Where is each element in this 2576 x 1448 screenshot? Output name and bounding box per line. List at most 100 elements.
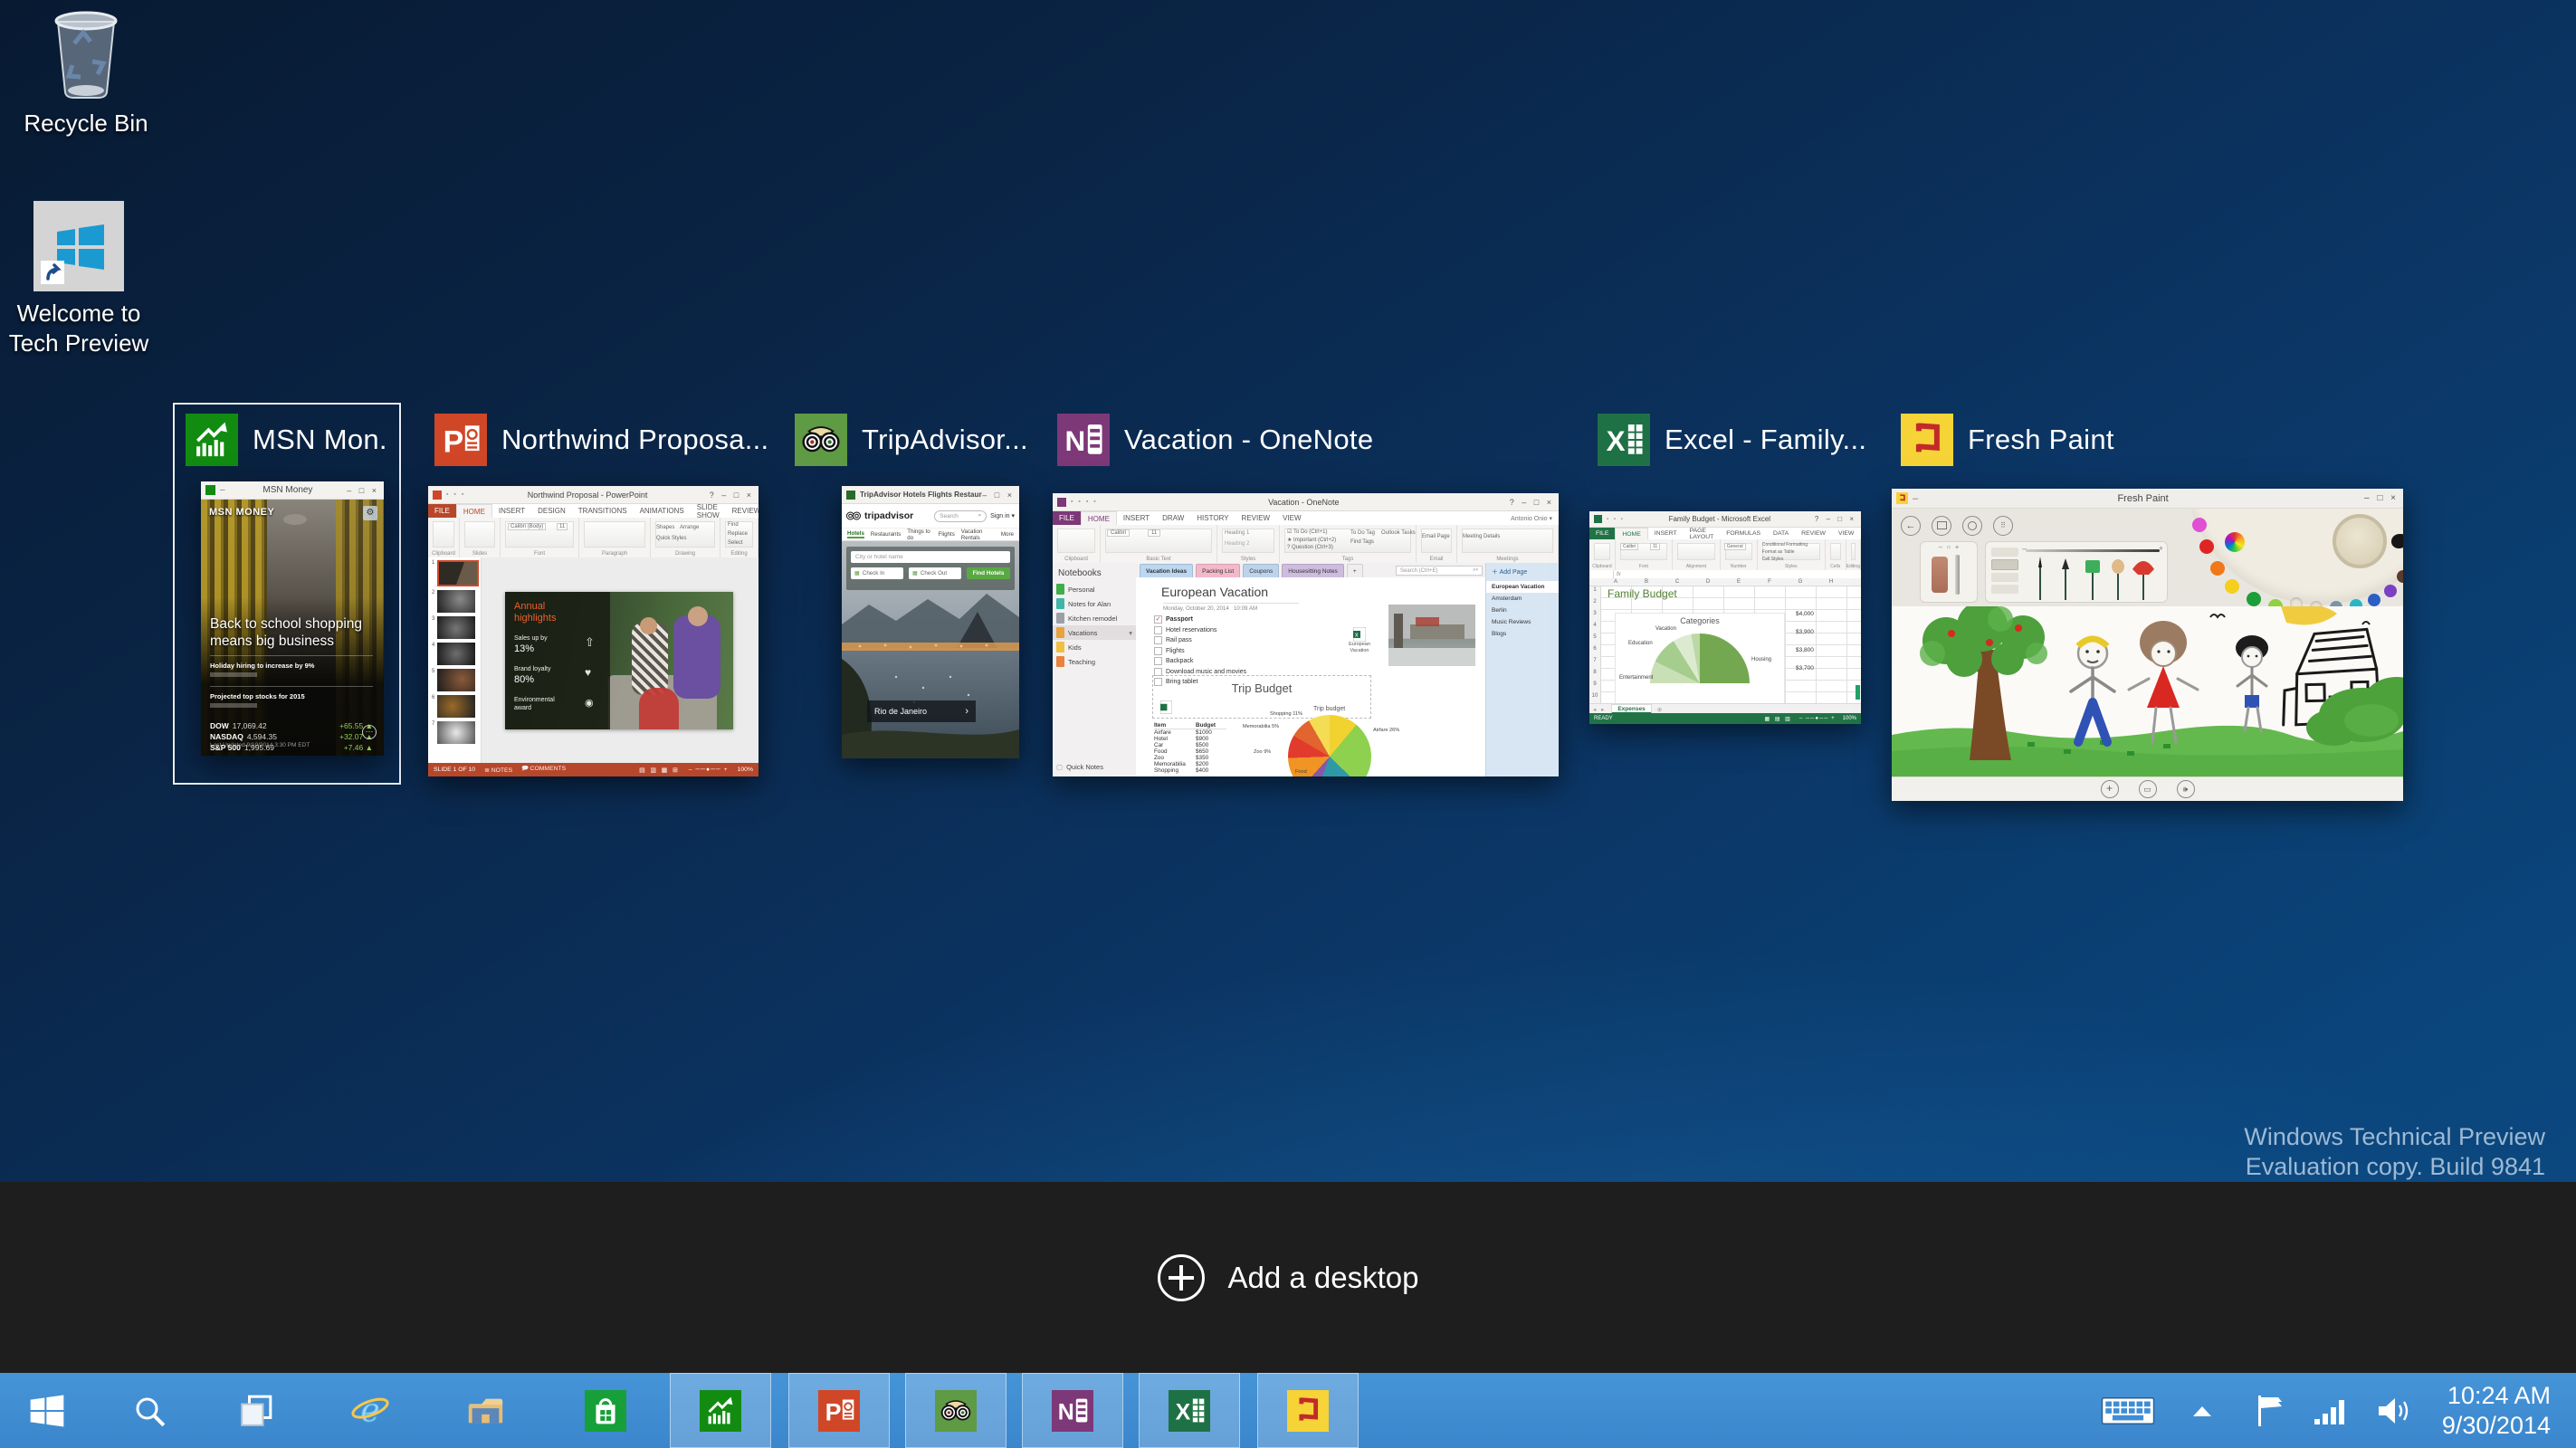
network-button[interactable] — [2306, 1373, 2355, 1448]
onenote-page-tabs: Vacation Ideas Packing List Coupons Hous… — [1136, 563, 1486, 577]
taskbar-msn-money-button[interactable] — [670, 1373, 771, 1448]
excel-user[interactable]: Antonio Onio ▾ — [1860, 528, 1861, 539]
window-fresh-paint[interactable]: – Fresh Paint – □ × ← ⠿ – ○ + – + + ▭ 🕪 — [1892, 489, 2403, 801]
trip-window-controls[interactable]: – □ × — [982, 491, 1015, 500]
svg-text:x: x — [1355, 633, 1359, 639]
taskbar-excel-button[interactable]: X — [1139, 1373, 1240, 1448]
paint-add-button[interactable]: + — [2100, 780, 2119, 798]
paint-eraser-panel[interactable]: – ○ + — [1920, 541, 1978, 603]
paint-color-wheel[interactable] — [2225, 532, 2245, 552]
taskbar-tripadvisor-button[interactable] — [905, 1373, 1007, 1448]
trip-find-hotels-button[interactable]: Find Hotels — [967, 567, 1010, 579]
ppt-tab-file[interactable]: FILE — [428, 504, 456, 518]
trip-window-title: TripAdvisor Hotels Flights Restaurants — [860, 491, 982, 499]
show-hidden-icons-button[interactable] — [2180, 1373, 2225, 1448]
ppt-window-controls[interactable]: ? – □ × — [710, 491, 754, 500]
file-explorer-button[interactable] — [434, 1373, 536, 1448]
taskview-card-trip[interactable]: TripAdvisor... — [795, 412, 1028, 468]
trip-checkin-field[interactable]: ▦ Check In — [851, 567, 903, 579]
paint-more-tools-button[interactable]: ⠿ — [1993, 516, 2013, 536]
ppt-zoom[interactable]: 100% — [738, 767, 753, 773]
paint-camera-button[interactable] — [1962, 516, 1982, 536]
window-onenote[interactable]: ▪ ▪ ▪ ▪ Vacation - OneNote ? – □ × FILE … — [1053, 493, 1559, 776]
internet-explorer-button[interactable]: e — [320, 1373, 421, 1448]
window-msn-money[interactable]: – MSN Money – □ × MSN MONEY ⚙ Back to sc… — [201, 481, 384, 756]
paint-reset-button[interactable]: ▭ — [2138, 780, 2157, 798]
store-button[interactable] — [555, 1373, 656, 1448]
excel-icon: X — [1598, 414, 1650, 466]
taskbar-clock[interactable]: 10:24 AM 9/30/2014 — [2442, 1373, 2551, 1448]
search-button[interactable] — [99, 1373, 200, 1448]
onenote-quick-notes[interactable]: ▢ Quick Notes — [1053, 761, 1107, 773]
task-view-button[interactable] — [205, 1373, 307, 1448]
taskbar-excel-icon: X — [1169, 1389, 1210, 1432]
start-button[interactable] — [0, 1373, 94, 1448]
trip-destination-input[interactable]: City or hotel name — [851, 551, 1010, 563]
ppt-slide: Annual highlights Sales up by 13% Brand l… — [505, 592, 733, 729]
trip-header: tripadvisor Search ⌕ Sign in ▾ — [842, 504, 1019, 528]
onenote-search-box[interactable]: Search (Ctrl+E) ⌕▾ — [1396, 566, 1483, 576]
onenote-add-page[interactable]: ＋ Add Page — [1486, 563, 1559, 581]
excel-grid[interactable]: A B C D E F G H 1 2 3 4 5 6 7 8 9 10 Fam… — [1589, 578, 1861, 705]
ppt-slide-panel[interactable]: 1 2 3 4 5 6 7 — [428, 557, 482, 763]
action-center-button[interactable] — [2247, 1373, 2294, 1448]
msn-story-2[interactable]: Projected top stocks for 2015 — [210, 692, 305, 708]
trip-logo[interactable]: tripadvisor — [864, 510, 913, 521]
taskview-card-onenote[interactable]: N Vacation - OneNote — [1057, 412, 1373, 468]
paint-window-title: Fresh Paint — [2117, 492, 2169, 504]
trip-titlebar-icon — [846, 490, 855, 500]
paint-back-button[interactable]: ← — [1901, 516, 1921, 536]
paint-cup[interactable] — [2333, 514, 2387, 568]
paint-palette[interactable] — [2178, 509, 2403, 606]
trip-photo-caption[interactable]: Rio de Janeiro › — [867, 700, 976, 722]
onenote-page-item-selected[interactable]: European Vacation — [1486, 581, 1559, 593]
paint-sound-button[interactable]: 🕪 — [2176, 780, 2195, 798]
excel-ribbon-tabs: FILE HOME INSERT PAGE LAYOUT FORMULAS DA… — [1589, 528, 1861, 540]
paint-window-controls[interactable]: – □ × — [2364, 493, 2399, 503]
window-excel[interactable]: ▪ ▪ ▪ Family Budget - Microsoft Excel ? … — [1589, 511, 1861, 724]
onenote-attachment[interactable]: x European Vacation — [1344, 627, 1375, 654]
store-icon — [585, 1389, 626, 1432]
onenote-window-controls[interactable]: ? – □ × — [1510, 498, 1554, 507]
paint-save-button[interactable] — [1932, 516, 1951, 536]
taskview-card-msn[interactable]: MSN Mon... — [186, 412, 389, 468]
excel-window-controls[interactable]: ? – □ × — [1815, 515, 1856, 523]
excel-scrollbar[interactable] — [1856, 685, 1860, 700]
trip-search-input[interactable]: Search ⌕ — [934, 510, 987, 522]
excel-chart[interactable]: Categories Vacation Education Entertainm… — [1615, 613, 1785, 705]
card-title-ppt: Northwind Proposa... — [501, 424, 769, 455]
onenote-user[interactable]: Antonio Onio ▾ — [1504, 511, 1559, 525]
add-desktop-button[interactable]: Add a desktop — [1157, 1253, 1419, 1301]
paint-brush-panel[interactable]: – + — [1985, 541, 2168, 603]
onenote-pages-panel: ＋ Add Page European Vacation Amsterdam B… — [1485, 563, 1559, 776]
start-icon — [30, 1395, 64, 1426]
taskbar-powerpoint-button[interactable]: P — [788, 1373, 890, 1448]
taskbar-onenote-button[interactable]: N — [1022, 1373, 1123, 1448]
volume-button[interactable] — [2368, 1373, 2420, 1448]
msn-more-icon[interactable]: ⋯ — [362, 725, 377, 739]
taskview-card-ppt[interactable]: P Northwind Proposa... — [434, 412, 768, 468]
trip-signin-link[interactable]: Sign in ▾ — [990, 512, 1015, 519]
window-tripadvisor[interactable]: TripAdvisor Hotels Flights Restaurants –… — [842, 486, 1019, 758]
excel-zoom[interactable]: 100% — [1843, 716, 1856, 721]
msn-story-1[interactable]: Holiday hiring to increase by 9% — [210, 662, 314, 677]
desktop-icon-recycle-bin[interactable]: Recycle Bin — [9, 7, 163, 138]
touch-keyboard-button[interactable] — [2093, 1373, 2163, 1448]
trip-checkout-field[interactable]: ▦ Check Out — [909, 567, 961, 579]
msn-window-controls[interactable]: – □ × — [347, 486, 379, 495]
excel-window-title: Family Budget - Microsoft Excel — [1668, 515, 1771, 523]
window-powerpoint[interactable]: ▪ ▪ ▪ Northwind Proposal - PowerPoint ? … — [428, 486, 758, 776]
onenote-titlebar-icon — [1057, 497, 1066, 507]
taskview-card-excel[interactable]: X Excel - Family... — [1598, 412, 1866, 468]
ppt-slide-status: SLIDE 1 OF 10 — [434, 767, 476, 773]
taskview-card-paint[interactable]: Fresh Paint — [1901, 412, 2114, 468]
taskbar-fresh-paint-button[interactable] — [1257, 1373, 1359, 1448]
desktop-icon-welcome[interactable]: Welcome to Tech Preview — [2, 201, 156, 358]
onenote-notebook-selected[interactable]: Vacations ▾ — [1053, 625, 1136, 640]
onenote-budget-table: Item Budget Airfare $1000 Hotel $900 Car $50… — [1154, 722, 1226, 774]
onenote-notebooks-label: Notebooks — [1058, 568, 1102, 578]
msn-settings-icon[interactable]: ⚙ — [363, 506, 377, 520]
ppt-canvas: Annual highlights Sales up by 13% Brand l… — [482, 557, 758, 763]
paint-canvas[interactable] — [1892, 601, 2403, 777]
onenote-page: European Vacation Monday, October 20, 20… — [1136, 577, 1486, 776]
